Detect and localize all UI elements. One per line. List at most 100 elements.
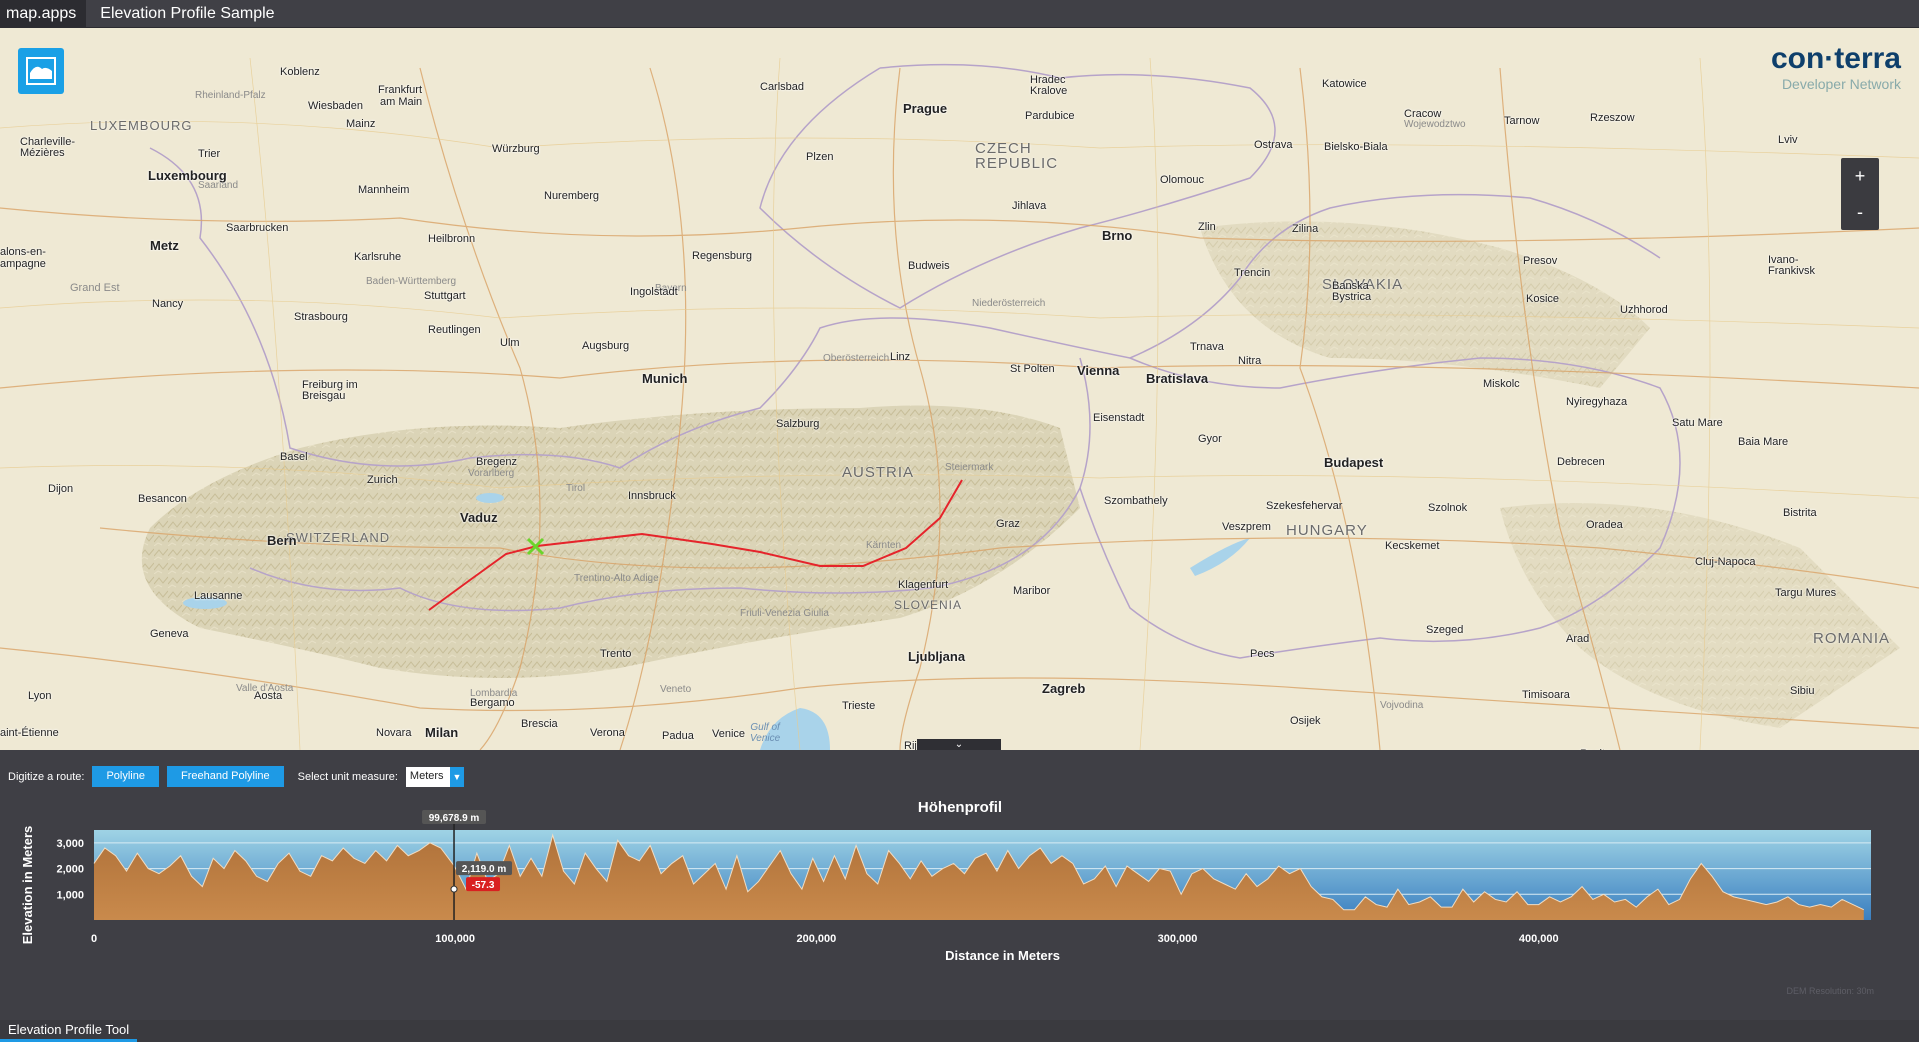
city-label: Mannheim xyxy=(358,184,410,196)
x-tick-label: 200,000 xyxy=(796,933,836,945)
city-label: Pardubice xyxy=(1025,110,1075,122)
city-label: Jihlava xyxy=(1012,200,1047,212)
conterra-logo-subtitle: Developer Network xyxy=(1781,76,1901,92)
city-label: Heilbronn xyxy=(428,233,476,245)
city-label: Uzhhorod xyxy=(1620,304,1668,316)
city-label: Lviv xyxy=(1778,134,1798,146)
freehand-polyline-button[interactable]: Freehand Polyline xyxy=(166,766,284,787)
city-label: Aosta xyxy=(254,690,283,702)
chart-title: Höhenprofil xyxy=(918,799,1002,816)
city-label: Trencin xyxy=(1234,267,1271,279)
country-label: REPUBLIC xyxy=(975,155,1059,172)
city-label: Kecskemet xyxy=(1385,540,1440,552)
city-label: Vaduz xyxy=(460,510,498,525)
city-label: Osijek xyxy=(1290,715,1321,727)
city-label: Sibiu xyxy=(1790,685,1815,697)
x-tick-label: 300,000 xyxy=(1158,933,1198,945)
city-label: Carlsbad xyxy=(760,81,805,93)
city-label: Salzburg xyxy=(776,418,820,430)
unit-measure-value: Meters xyxy=(405,766,450,787)
collapse-panel-toggle[interactable]: ⌄ xyxy=(917,739,1001,750)
city-label: Miskolc xyxy=(1483,378,1520,390)
city-label: Budweis xyxy=(908,260,950,272)
water-label: Gulf of xyxy=(750,722,780,733)
city-label: Wiesbaden xyxy=(308,100,364,112)
city-label: Bregenz xyxy=(476,456,517,468)
app-title: Elevation Profile Sample xyxy=(100,4,275,22)
elevation-profile-chart[interactable]: Höhenprofil 1,000 2,000 3,000 0 100,000 200,0… xyxy=(0,790,1919,1020)
app-brand[interactable]: map.apps xyxy=(0,0,87,28)
city-label: Venice xyxy=(712,728,746,740)
region-label: Kärnten xyxy=(866,540,902,551)
city-label: Trier xyxy=(198,148,221,160)
city-label: Nuremberg xyxy=(544,190,600,202)
city-label: Baia Mare xyxy=(1738,436,1789,448)
city-label: Koblenz xyxy=(280,66,320,78)
polyline-button[interactable]: Polyline xyxy=(92,766,159,787)
region-label: Wojewodztwo xyxy=(1404,119,1466,130)
city-label: Cracow xyxy=(1404,108,1442,120)
gulf-of-venice-label: Gulf of Venice xyxy=(750,722,780,744)
country-label: HUNGARY xyxy=(1286,522,1368,539)
region-label: Niederösterreich xyxy=(972,298,1046,309)
city-label: Pecs xyxy=(1250,648,1275,660)
city-label: Dijon xyxy=(48,483,74,495)
mountain-chart-icon xyxy=(26,57,56,85)
elevation-profile-panel: Digitize a route: Polyline Freehand Poly… xyxy=(0,750,1919,1020)
chevron-down-icon: ▼ xyxy=(449,766,464,787)
region-label: Veneto xyxy=(660,684,692,695)
x-tick-label: 0 xyxy=(91,933,97,945)
city-label: St Polten xyxy=(1010,363,1055,375)
city-label: Brescia xyxy=(521,718,558,730)
city-label: Milan xyxy=(425,725,459,740)
city-label: Oradea xyxy=(1586,519,1623,531)
city-label: Graz xyxy=(996,518,1020,530)
country-label: ROMANIA xyxy=(1813,630,1891,647)
route-controls: Digitize a route: Polyline Freehand Poly… xyxy=(8,766,464,787)
city-label: Karlsruhe xyxy=(354,251,402,263)
city-label: Basel xyxy=(280,451,308,463)
crosshair-x-label: 99,678.9 m xyxy=(429,813,480,824)
city-label: Katowice xyxy=(1322,78,1367,90)
city-label: alons-en- xyxy=(0,246,46,258)
city-label: Bistrita xyxy=(1783,507,1817,519)
city-label: Verona xyxy=(590,727,625,739)
elevation-tool-button[interactable] xyxy=(18,48,64,94)
map-basemap xyxy=(0,28,1919,750)
city-label: Luxembourg xyxy=(148,168,227,183)
city-label: Plzen xyxy=(806,151,834,163)
city-label: Breisgau xyxy=(302,390,346,402)
city-label: Szombathely xyxy=(1104,495,1168,507)
city-label: Würzburg xyxy=(492,143,540,155)
city-label: Gyor xyxy=(1198,433,1222,445)
tab-elevation-profile-tool[interactable]: Elevation Profile Tool xyxy=(0,1020,138,1042)
zoom-out-button[interactable]: - xyxy=(1841,194,1879,230)
city-label: Regensburg xyxy=(692,250,752,262)
crosshair-point xyxy=(450,885,458,893)
unit-measure-select[interactable]: Meters ▼ xyxy=(405,766,464,787)
city-label: Ljubljana xyxy=(908,649,966,664)
zoom-control: + - xyxy=(1841,158,1879,230)
city-label: am Main xyxy=(380,96,423,108)
y-tick-label: 1,000 xyxy=(56,889,84,901)
map-view[interactable]: LUXEMBOURG CZECH REPUBLIC SLOVAKIA AUSTR… xyxy=(0,28,1919,750)
water-label: Venice xyxy=(750,733,781,744)
chevron-down-icon: ⌄ xyxy=(954,739,964,750)
city-label: Debrecen xyxy=(1557,456,1605,468)
city-label: Bystrica xyxy=(1332,291,1372,303)
city-label: Prague xyxy=(903,101,948,116)
city-label: Arad xyxy=(1566,633,1590,645)
city-label: Rzeszow xyxy=(1590,112,1635,124)
city-label: Reutlingen xyxy=(428,324,481,336)
city-label: Szekesfehervar xyxy=(1266,500,1343,512)
x-axis-label: Distance in Meters xyxy=(945,948,1060,963)
city-label: Bielsko-Biala xyxy=(1324,141,1388,153)
city-label: Innsbruck xyxy=(628,490,676,502)
region-label: Vojvodina xyxy=(1380,700,1424,711)
zoom-in-button[interactable]: + xyxy=(1841,158,1879,194)
country-label: SWITZERLAND xyxy=(286,530,391,545)
city-label: Kralove xyxy=(1030,85,1068,97)
city-label: Bratislava xyxy=(1146,371,1209,386)
city-label: Veszprem xyxy=(1222,521,1271,533)
city-label: Besancon xyxy=(138,493,187,505)
